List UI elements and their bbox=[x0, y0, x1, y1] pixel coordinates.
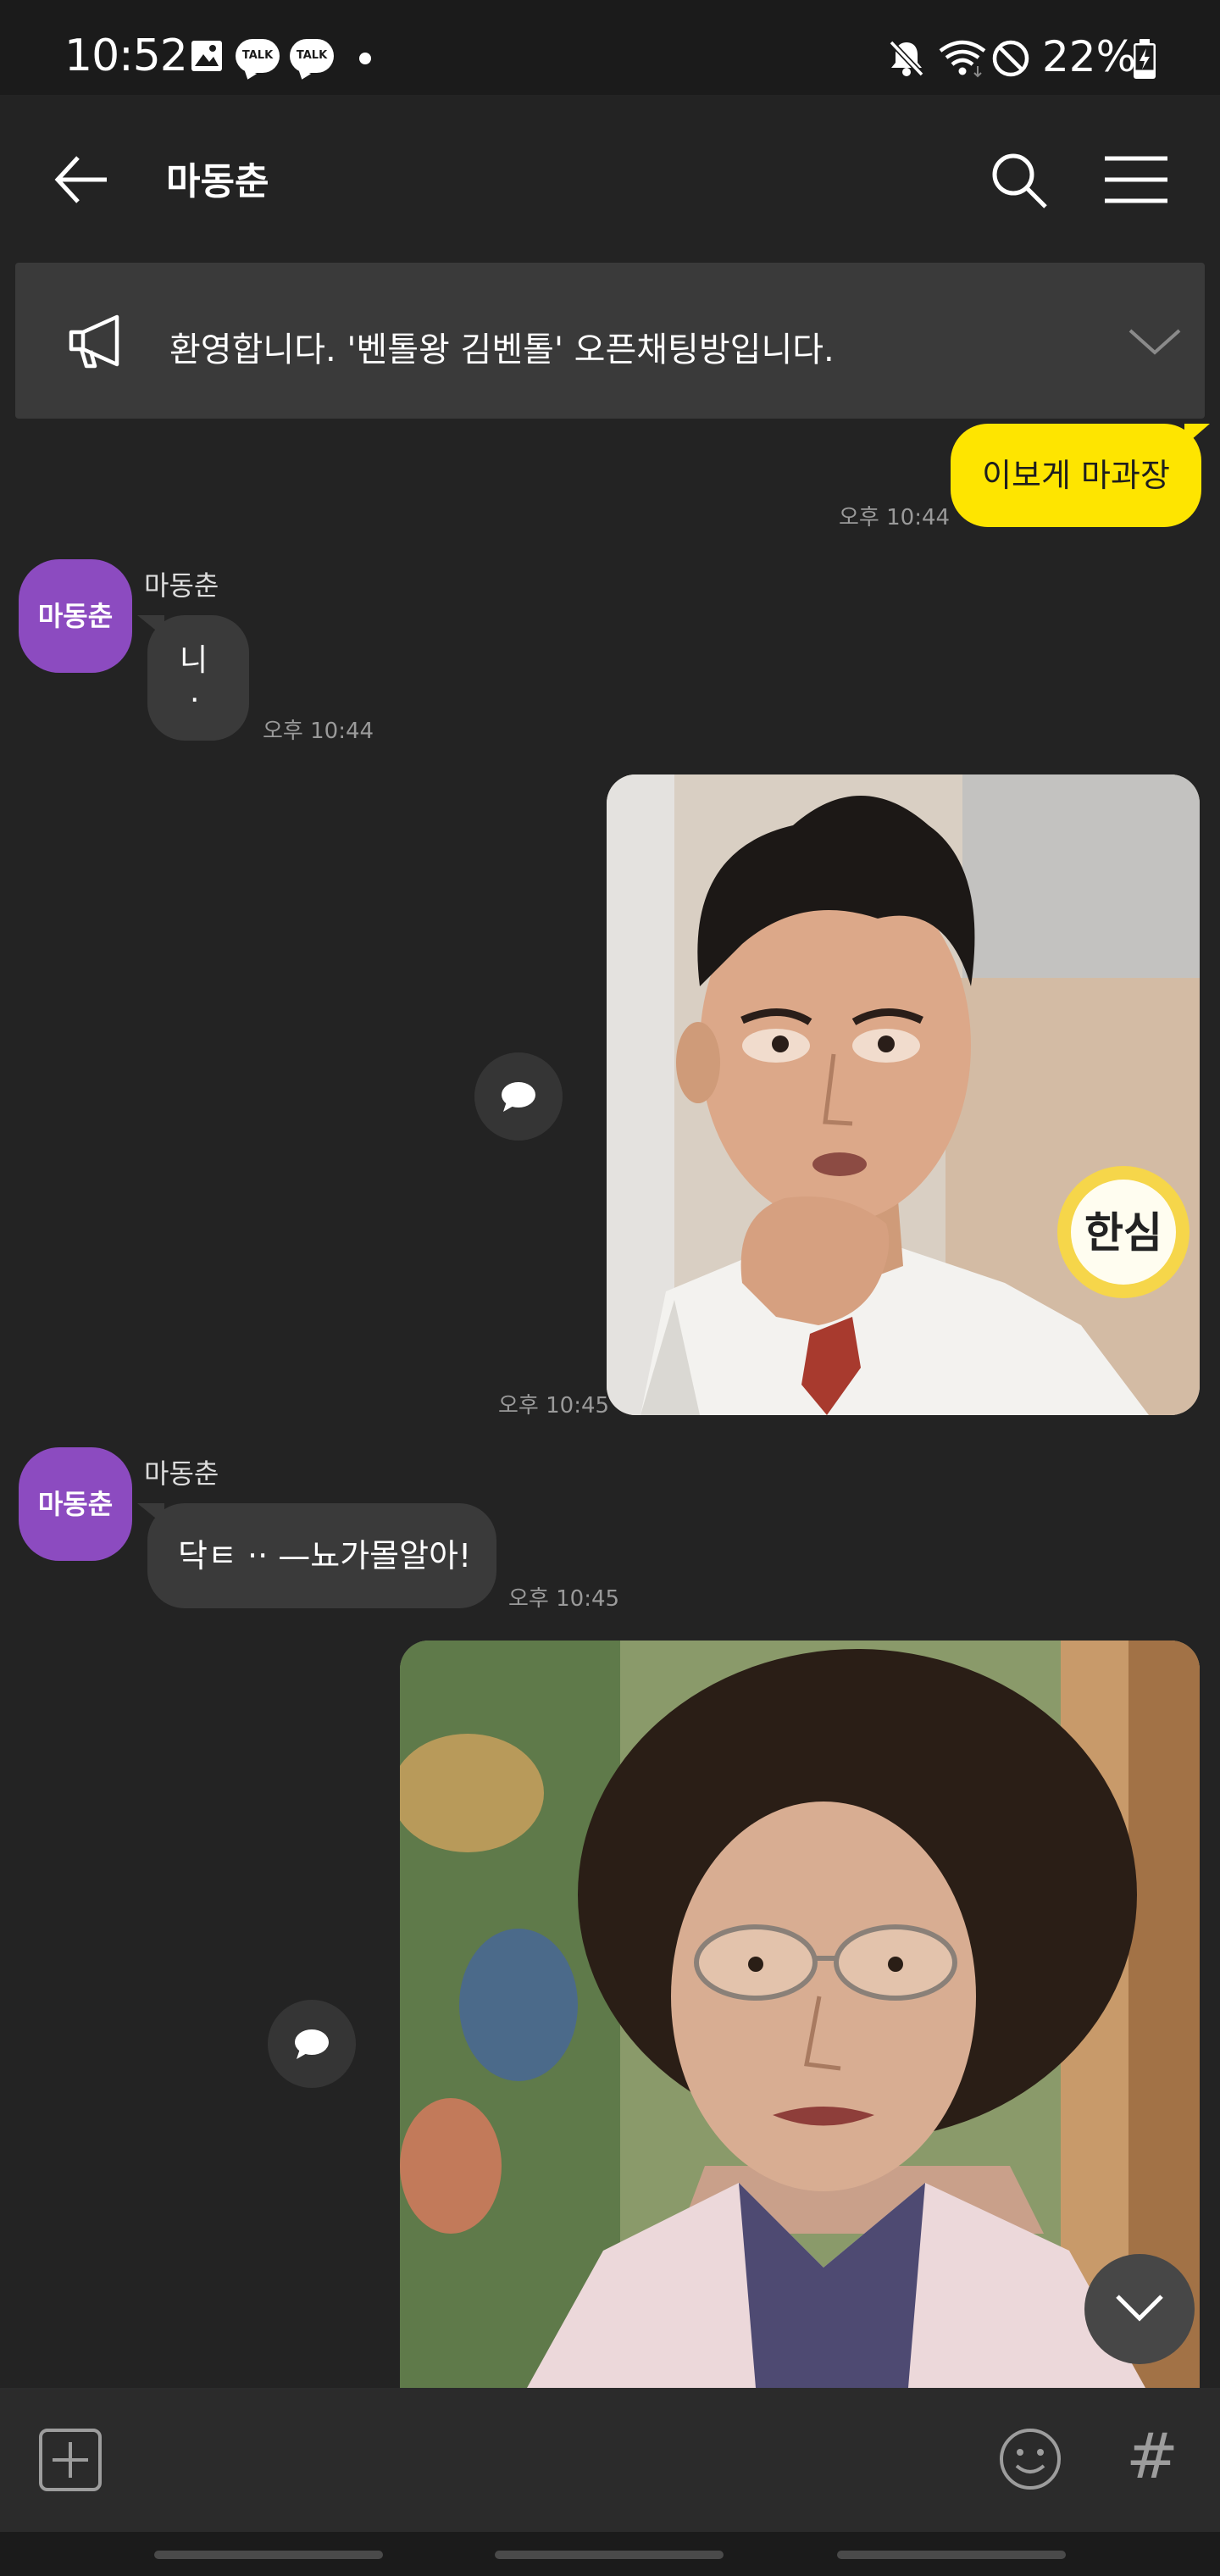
notice-text: 환영합니다. '벤톨왕 김벤톨' 오픈채팅방입니다. bbox=[169, 330, 835, 369]
gallery-notification-icon bbox=[191, 41, 222, 71]
photo-woman-glasses bbox=[400, 1641, 1200, 2388]
message-text: 닥ㅌ ·· —뇨가몰알아! bbox=[178, 1537, 472, 1574]
chat-header: 마동춘 bbox=[0, 95, 1220, 261]
more-notifications-dot bbox=[359, 53, 371, 64]
plus-square-icon[interactable] bbox=[37, 2427, 103, 2493]
smiley-icon[interactable] bbox=[996, 2425, 1064, 2493]
speech-bubble-icon bbox=[502, 1082, 535, 1112]
back-arrow-icon[interactable] bbox=[51, 149, 112, 210]
chevron-down-icon[interactable] bbox=[1125, 320, 1184, 363]
search-icon[interactable] bbox=[986, 147, 1051, 212]
message-text-line2: . bbox=[190, 675, 200, 709]
chevron-down-icon bbox=[1116, 2295, 1163, 2322]
other-message-bubble[interactable]: 닥ㅌ ·· —뇨가몰알아! bbox=[137, 1503, 496, 1608]
message-text-line1: 니 bbox=[180, 643, 208, 678]
sender-name: 마동춘 bbox=[144, 1457, 219, 1490]
nav-back-handle[interactable] bbox=[837, 2551, 1066, 2559]
megaphone-icon bbox=[69, 314, 119, 369]
nav-home-handle[interactable] bbox=[495, 2551, 724, 2559]
sender-name: 마동춘 bbox=[144, 569, 219, 602]
battery-percent: 22% bbox=[1042, 32, 1137, 81]
kakaotalk-notification-icon-2: TALK bbox=[290, 39, 334, 73]
photo-man-thinking: 한심 bbox=[607, 774, 1200, 1415]
share-button[interactable] bbox=[474, 1052, 563, 1141]
system-navigation-bar bbox=[0, 2532, 1220, 2576]
battery-charging-icon bbox=[1134, 39, 1156, 79]
avatar[interactable]: 마동춘 bbox=[19, 1447, 132, 1561]
message-text: 이보게 마과장 bbox=[982, 457, 1170, 494]
hashtag-search-icon[interactable]: # bbox=[1118, 2418, 1186, 2495]
message-time: 오후 10:44 bbox=[263, 719, 374, 744]
my-message-bubble[interactable]: 이보게 마과장 bbox=[951, 424, 1210, 527]
scroll-to-bottom-button[interactable] bbox=[1084, 2254, 1195, 2364]
message-input-bar: # bbox=[0, 2388, 1220, 2532]
nav-recents-handle[interactable] bbox=[154, 2551, 383, 2559]
message-time: 오후 10:44 bbox=[839, 505, 951, 530]
do-not-disturb-icon bbox=[992, 40, 1029, 77]
other-message-bubble[interactable]: 니 . bbox=[137, 615, 249, 741]
wifi-icon bbox=[939, 40, 986, 78]
message-time: 오후 10:45 bbox=[508, 1586, 620, 1612]
shared-photo-man[interactable]: 한심 bbox=[607, 774, 1200, 1415]
speech-bubble-icon bbox=[295, 2029, 329, 2059]
status-time: 10:52 bbox=[64, 31, 188, 81]
mute-icon bbox=[889, 40, 924, 77]
avatar[interactable]: 마동춘 bbox=[19, 559, 132, 673]
status-bar: 10:52 TALK TALK 22% bbox=[0, 0, 1220, 95]
hamburger-menu-icon[interactable] bbox=[1103, 154, 1169, 205]
chat-title: 마동춘 bbox=[166, 160, 269, 203]
kakaotalk-notification-icon: TALK bbox=[236, 39, 280, 73]
pinned-notice-banner[interactable]: 환영합니다. '벤톨왕 김벤톨' 오픈채팅방입니다. bbox=[15, 263, 1205, 419]
message-time: 오후 10:45 bbox=[498, 1393, 610, 1418]
share-button[interactable] bbox=[268, 2000, 356, 2088]
shared-photo-woman[interactable] bbox=[400, 1641, 1200, 2388]
photo-sticker-text: 한심 bbox=[1084, 1208, 1162, 1257]
